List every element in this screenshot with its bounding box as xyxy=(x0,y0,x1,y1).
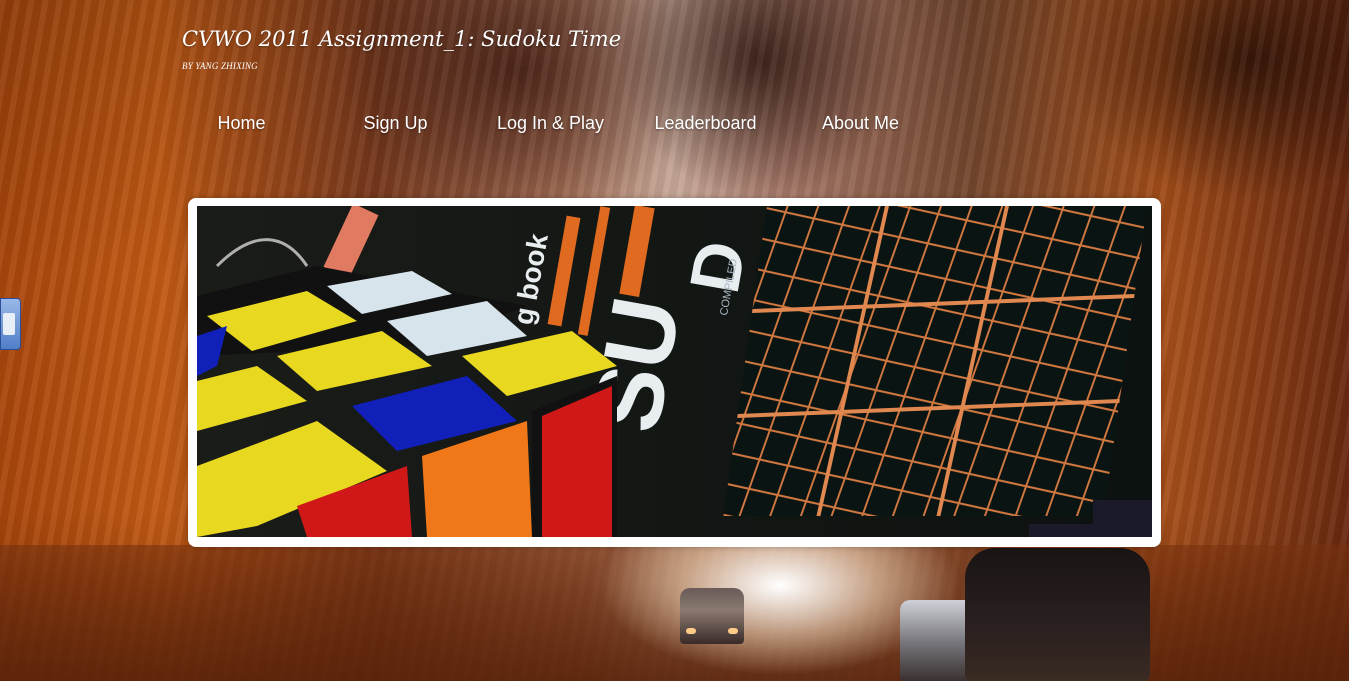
sudoku-rubiks-photo: g book SU D COMPILED xyxy=(197,206,1152,537)
banner-image: g book SU D COMPILED xyxy=(197,206,1152,537)
nav-leaderboard[interactable]: Leaderboard xyxy=(628,113,783,134)
nav-sign-up[interactable]: Sign Up xyxy=(318,113,473,134)
nav-log-in-play[interactable]: Log In & Play xyxy=(473,113,628,134)
background-car xyxy=(680,588,744,644)
banner-frame: g book SU D COMPILED xyxy=(188,198,1161,547)
toolbar-widget-icon[interactable] xyxy=(0,298,21,350)
nav-home[interactable]: Home xyxy=(164,113,319,134)
site-title: CVWO 2011 Assignment_1: Sudoku Time xyxy=(182,27,622,51)
background-car xyxy=(965,548,1150,681)
site-byline: BY YANG ZHIXING xyxy=(182,61,258,71)
nav-about-me[interactable]: About Me xyxy=(783,113,938,134)
